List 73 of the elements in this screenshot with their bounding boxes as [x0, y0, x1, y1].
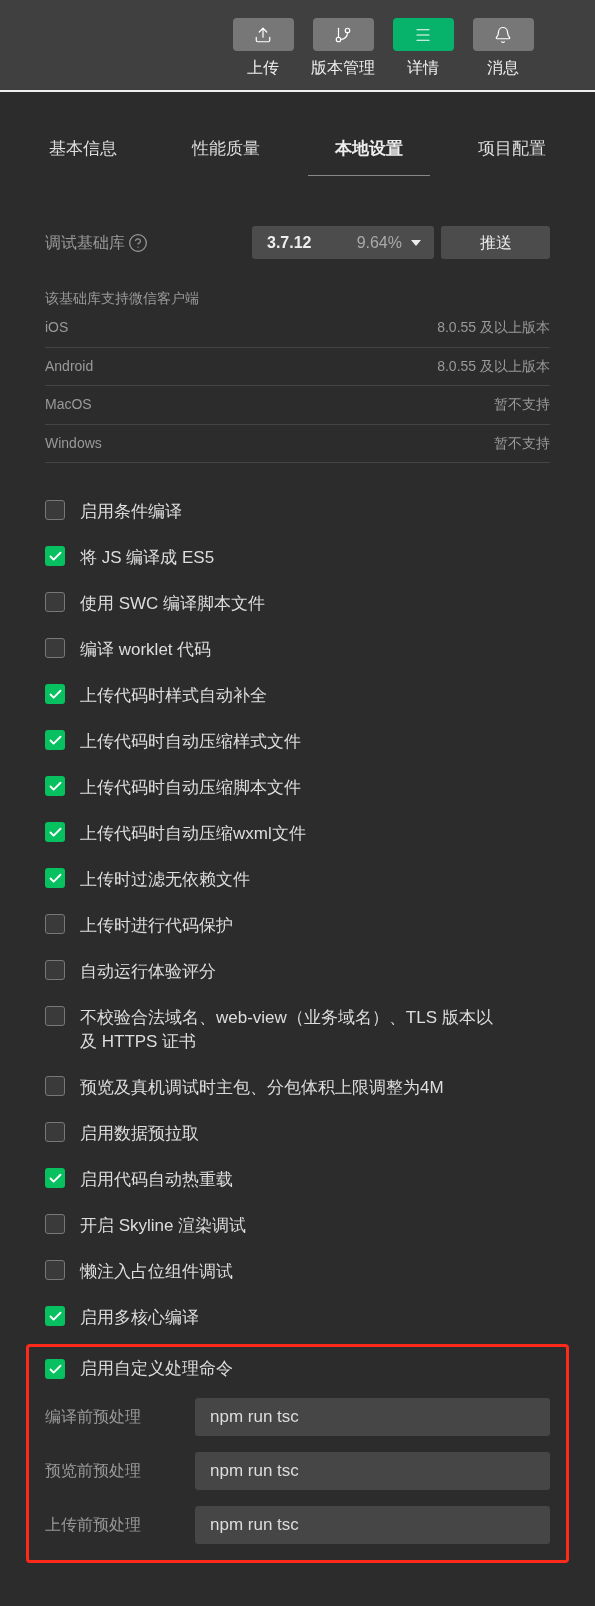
- checkbox[interactable]: [45, 638, 65, 658]
- option-label: 启用多核心编译: [80, 1307, 199, 1329]
- caret-icon: [411, 239, 421, 246]
- checkbox[interactable]: [45, 868, 65, 888]
- option-label: 启用代码自动热重载: [80, 1169, 233, 1191]
- command-field[interactable]: npm run tsc: [195, 1506, 550, 1544]
- version-requirement: 暂不支持: [494, 395, 550, 415]
- toolbar-button[interactable]: [232, 18, 294, 51]
- option-label: 上传代码时自动压缩脚本文件: [80, 777, 301, 799]
- checkbox[interactable]: [45, 1076, 65, 1096]
- tab[interactable]: 项目配置: [451, 122, 573, 176]
- version-dropdown[interactable]: 3.7.12 9.64%: [252, 226, 434, 259]
- platform-name: Windows: [45, 433, 102, 453]
- version-requirement: 暂不支持: [494, 433, 550, 453]
- setting-label: 调试基础库: [45, 232, 125, 253]
- toolbar-label: 详情: [407, 58, 439, 78]
- checkbox[interactable]: [45, 1214, 65, 1234]
- command-field[interactable]: npm run tsc: [195, 1398, 550, 1436]
- checkbox[interactable]: [45, 914, 65, 934]
- checkbox[interactable]: [45, 1122, 65, 1142]
- option-label: 开启 Skyline 渲染调试: [80, 1215, 247, 1237]
- checkbox[interactable]: [45, 730, 65, 750]
- field-label: 预览前预处理: [45, 1461, 142, 1481]
- checkbox[interactable]: [45, 592, 65, 612]
- checkbox[interactable]: [45, 1168, 65, 1188]
- option-label: 启用条件编译: [80, 501, 182, 523]
- tab[interactable]: 基本信息: [22, 122, 144, 176]
- checkbox[interactable]: [45, 1006, 65, 1026]
- checkbox[interactable]: [45, 960, 65, 980]
- support-title: 该基础库支持微信客户端: [45, 289, 200, 308]
- option-label: 使用 SWC 编译脚本文件: [80, 593, 266, 615]
- toolbar-button[interactable]: [392, 18, 454, 51]
- checkbox[interactable]: [45, 546, 65, 566]
- field-label: 编译前预处理: [45, 1407, 142, 1427]
- checkbox[interactable]: [45, 1359, 65, 1379]
- toolbar-label: 版本管理: [311, 58, 375, 78]
- bell-icon: [494, 25, 512, 44]
- option-label: 上传代码时自动压缩wxml文件: [80, 823, 306, 845]
- upload-icon: [254, 25, 272, 44]
- option-label: 不校验合法域名、web-view（业务域名）、TLS 版本以及 HTTPS 证书: [80, 1007, 494, 1053]
- checkbox[interactable]: [45, 1306, 65, 1326]
- checkbox[interactable]: [45, 684, 65, 704]
- option-label: 上传时过滤无依赖文件: [80, 869, 250, 891]
- toolbar-label: 上传: [247, 58, 279, 78]
- option-label: 启用自定义处理命令: [80, 1358, 233, 1381]
- toolbar-button[interactable]: [472, 18, 534, 51]
- option-label: 自动运行体验评分: [80, 961, 216, 983]
- option-label: 上传代码时自动压缩样式文件: [80, 731, 301, 753]
- version-requirement: 8.0.55 及以上版本: [437, 318, 550, 338]
- option-label: 懒注入占位组件调试: [80, 1261, 233, 1283]
- push-button[interactable]: 推送: [441, 226, 550, 259]
- option-label: 启用数据预拉取: [80, 1123, 199, 1145]
- field-label: 上传前预处理: [45, 1515, 142, 1535]
- checkbox[interactable]: [45, 1260, 65, 1280]
- platform-name: MacOS: [45, 395, 92, 415]
- toolbar-label: 消息: [487, 58, 519, 78]
- checkbox[interactable]: [45, 500, 65, 520]
- branch-icon: [334, 25, 352, 44]
- tab[interactable]: 本地设置: [308, 122, 430, 176]
- toolbar-button[interactable]: [312, 18, 374, 51]
- help-icon[interactable]: [128, 232, 148, 253]
- option-label: 上传代码时样式自动补全: [80, 685, 267, 707]
- platform-name: iOS: [45, 318, 69, 338]
- checkbox[interactable]: [45, 822, 65, 842]
- option-label: 编译 worklet 代码: [80, 639, 212, 661]
- platform-name: Android: [45, 356, 94, 376]
- checkbox[interactable]: [45, 776, 65, 796]
- option-label: 将 JS 编译成 ES5: [80, 547, 215, 569]
- option-label: 预览及真机调试时主包、分包体积上限调整为4M: [80, 1077, 444, 1099]
- tab[interactable]: 性能质量: [165, 122, 287, 176]
- version-requirement: 8.0.55 及以上版本: [437, 356, 550, 376]
- option-label: 上传时进行代码保护: [80, 915, 233, 937]
- command-field[interactable]: npm run tsc: [195, 1452, 550, 1490]
